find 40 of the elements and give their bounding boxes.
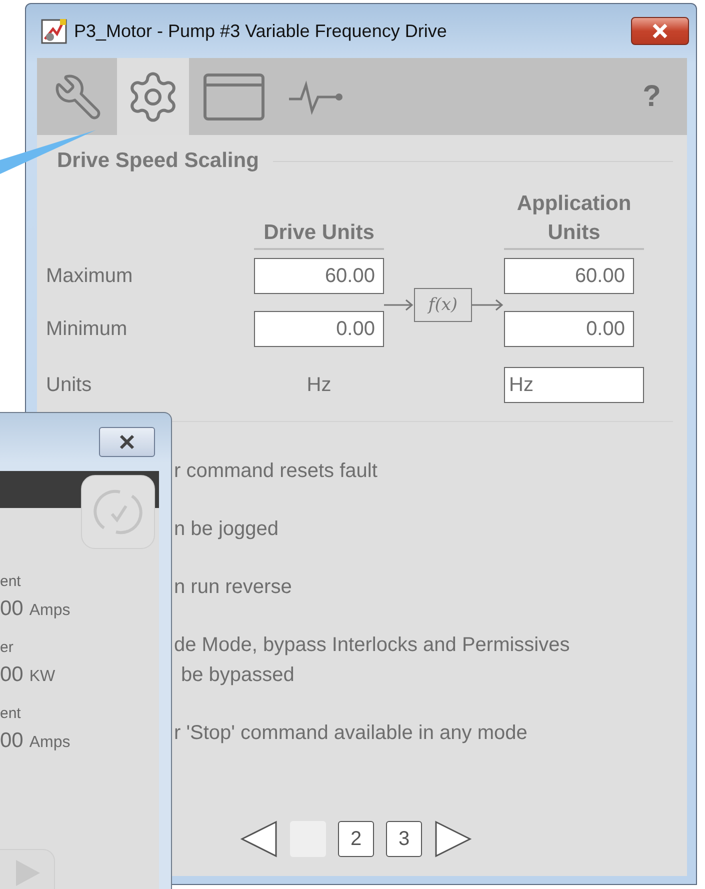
refresh-button[interactable]: [81, 475, 155, 549]
reading-value: 00 Amps: [0, 597, 72, 622]
reading-label: ent: [0, 705, 22, 723]
window-icon: [203, 72, 265, 120]
row-label: Minimum: [46, 318, 128, 340]
help-icon[interactable]: ?: [642, 80, 661, 114]
option-label: n be jogged: [174, 517, 280, 542]
input-field[interactable]: 0.00: [254, 311, 384, 347]
reading-label: er: [0, 639, 14, 657]
input-field[interactable]: 60.00: [254, 258, 384, 294]
reading-value: 00 KW: [0, 663, 56, 688]
input-field[interactable]: Hz: [504, 367, 644, 403]
option-label: de Mode, bypass Interlocks and Permissives: [174, 633, 571, 658]
option-label: be bypassed: [180, 663, 296, 688]
units-text: Hz: [306, 374, 332, 396]
input-field[interactable]: 60.00: [504, 258, 634, 294]
page-button[interactable]: 3: [386, 821, 422, 857]
option-label: r 'Stop' command available in any mode: [174, 721, 528, 746]
next-page-button[interactable]: [434, 820, 472, 858]
close-button[interactable]: [99, 427, 155, 457]
reading-label: ent: [0, 573, 22, 591]
option-label: n run reverse: [174, 575, 293, 600]
reading-value: 00 Amps: [0, 729, 72, 754]
column-header: Drive Units: [254, 218, 384, 250]
close-button[interactable]: [631, 17, 689, 45]
function-block: f(x): [414, 288, 472, 322]
previous-page-button[interactable]: [240, 820, 278, 858]
arrow-icon: [472, 298, 504, 310]
input-field[interactable]: 0.00: [504, 311, 634, 347]
column-header: Application Units: [504, 189, 644, 250]
row-label: Maximum: [46, 264, 133, 288]
toolbar-tab[interactable]: [117, 58, 189, 135]
option-label: r command resets fault: [174, 459, 378, 484]
section-title: Drive Speed Scaling: [57, 149, 259, 173]
arrow-icon: [384, 298, 414, 310]
page-button[interactable]: 2: [338, 821, 374, 857]
row-label: Units: [46, 374, 92, 396]
motor-app-icon: [40, 17, 68, 45]
window-title: P3_Motor - Pump #3 Variable Frequency Drive: [74, 20, 448, 42]
pulse-icon: [287, 78, 345, 114]
